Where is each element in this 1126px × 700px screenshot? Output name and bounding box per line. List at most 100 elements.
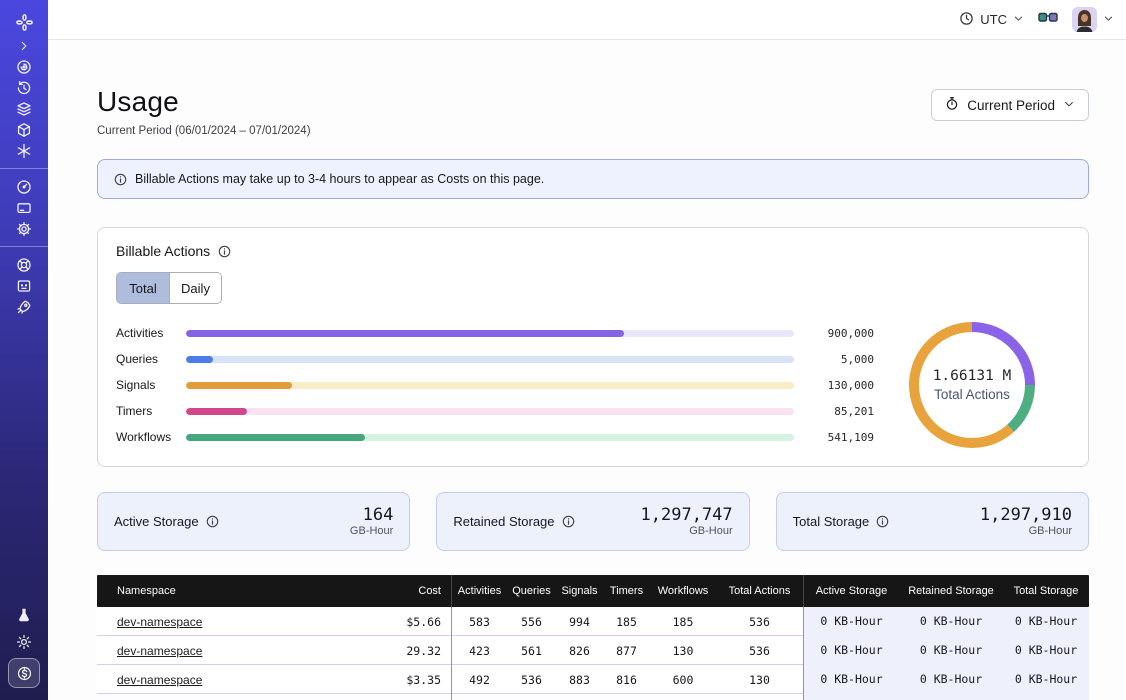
billable-view-tabs: Total Daily	[116, 272, 222, 304]
cell-workflows: 600	[650, 673, 716, 687]
table-row-partial	[97, 694, 1089, 700]
bar-track	[186, 434, 794, 441]
billable-actions-card: Billable Actions Total Daily Activities …	[97, 227, 1089, 467]
schedules-icon[interactable]	[0, 77, 48, 98]
temporal-logo-icon[interactable]	[0, 9, 48, 35]
sidebar-expand-icon[interactable]	[0, 35, 48, 56]
cell-workflows: 130	[650, 644, 716, 658]
billing-card-icon[interactable]	[0, 197, 48, 218]
info-icon[interactable]	[876, 515, 889, 528]
cell-signals: 883	[556, 673, 603, 687]
chevron-down-icon	[1013, 12, 1024, 27]
storage-card-unit: GB-Hour	[641, 525, 733, 537]
info-icon	[114, 173, 127, 186]
billable-actions-title: Billable Actions	[116, 243, 210, 259]
cell-total-storage: 0 KB-Hour	[1003, 607, 1089, 636]
cell-timers: 816	[603, 673, 650, 687]
topbar: UTC	[48, 0, 1126, 40]
chevron-down-icon	[1063, 98, 1075, 113]
cell-activities: 583	[451, 607, 507, 636]
getting-started-rocket-icon[interactable]	[0, 296, 48, 317]
storage-card-unit: GB-Hour	[980, 525, 1072, 537]
feedback-screen-icon[interactable]	[0, 275, 48, 296]
cell-total-storage: 0 KB-Hour	[1003, 665, 1089, 694]
bar-fill	[186, 356, 213, 363]
storage-card-value: 164	[350, 506, 393, 526]
info-icon[interactable]	[562, 515, 575, 528]
bar-row-signals: Signals 130,000	[116, 372, 874, 398]
cell-total-actions: 130	[716, 673, 803, 687]
cell-activities: 492	[451, 665, 507, 694]
info-icon[interactable]	[218, 245, 231, 258]
column-header-active-storage: Active Storage	[803, 575, 899, 607]
bar-fill	[186, 408, 247, 415]
main-content: Usage Current Period (06/01/2024 – 07/01…	[48, 40, 1126, 700]
bar-fill	[186, 330, 624, 337]
stopwatch-icon	[945, 96, 959, 114]
bar-value: 130,000	[810, 379, 874, 392]
bar-label: Timers	[116, 404, 186, 418]
table-row: dev-namespace $5.66 583 556 994 185 185 …	[97, 607, 1089, 636]
settings-gear-icon[interactable]	[0, 218, 48, 239]
storage-card-unit: GB-Hour	[350, 525, 393, 537]
period-dropdown-button[interactable]: Current Period	[931, 89, 1089, 121]
timezone-selector[interactable]: UTC	[959, 11, 1024, 29]
namespace-link[interactable]: dev-namespace	[117, 615, 202, 629]
tab-total[interactable]: Total	[117, 273, 169, 303]
column-header-queries: Queries	[507, 585, 556, 597]
cell-signals: 994	[556, 615, 603, 629]
sidebar-divider	[0, 246, 48, 247]
info-icon[interactable]	[206, 515, 219, 528]
column-header-total-storage: Total Storage	[1003, 585, 1089, 597]
cell-queries: 561	[507, 644, 556, 658]
bar-fill	[186, 434, 365, 441]
table-row: dev-namespace 29.32 423 561 826 877 130 …	[97, 636, 1089, 665]
column-header-timers: Timers	[603, 585, 650, 597]
column-header-retained-storage: Retained Storage	[899, 585, 1003, 597]
glasses-icon[interactable]	[1038, 11, 1058, 29]
bar-label: Activities	[116, 326, 186, 340]
labs-flask-icon[interactable]	[0, 604, 48, 625]
storage-card-label: Total Storage	[793, 514, 870, 529]
cell-total-actions: 536	[716, 615, 803, 629]
namespaces-icon[interactable]	[0, 56, 48, 77]
nexus-asterisk-icon[interactable]	[0, 140, 48, 161]
namespace-usage-table: Namespace Cost Activities Queries Signal…	[97, 575, 1089, 700]
column-header-cost: Cost	[347, 585, 451, 597]
tab-daily[interactable]: Daily	[169, 273, 221, 303]
usage-gauge-icon[interactable]	[0, 176, 48, 197]
cell-cost: $5.66	[347, 615, 451, 629]
deployments-cube-icon[interactable]	[0, 119, 48, 140]
namespace-link[interactable]: dev-namespace	[117, 644, 202, 658]
bar-label: Queries	[116, 352, 186, 366]
bar-value: 900,000	[810, 327, 874, 340]
column-header-total-actions: Total Actions	[716, 585, 803, 597]
current-period-subtitle: Current Period (06/01/2024 – 07/01/2024)	[97, 125, 311, 137]
bar-row-activities: Activities 900,000	[116, 320, 874, 346]
info-banner: Billable Actions may take up to 3-4 hour…	[97, 159, 1089, 199]
column-header-signals: Signals	[556, 585, 603, 597]
bar-track	[186, 382, 794, 389]
layers-icon[interactable]	[0, 98, 48, 119]
namespace-link[interactable]: dev-namespace	[117, 673, 202, 687]
cell-cost: $3.35	[347, 673, 451, 687]
page-title: Usage	[97, 86, 311, 118]
column-header-activities: Activities	[451, 575, 507, 607]
table-row: dev-namespace $3.35 492 536 883 816 600 …	[97, 665, 1089, 694]
bar-label: Signals	[116, 378, 186, 392]
bar-row-workflows: Workflows 541,109	[116, 424, 874, 450]
user-menu[interactable]	[1072, 7, 1114, 32]
bar-label: Workflows	[116, 430, 186, 444]
donut-center-label: Total Actions	[934, 387, 1010, 402]
cell-timers: 877	[603, 644, 650, 658]
cell-timers: 185	[603, 615, 650, 629]
billable-actions-chart: Activities 900,000 Queries 5,000 Signals	[116, 320, 1070, 450]
support-lifebuoy-icon[interactable]	[0, 254, 48, 275]
theme-sun-icon[interactable]	[0, 631, 48, 652]
credits-dollar-button[interactable]	[8, 658, 40, 688]
chevron-down-icon	[1103, 11, 1114, 29]
bar-fill	[186, 382, 292, 389]
period-dropdown-label: Current Period	[967, 98, 1055, 113]
avatar	[1072, 7, 1097, 32]
column-header-workflows: Workflows	[650, 585, 716, 597]
